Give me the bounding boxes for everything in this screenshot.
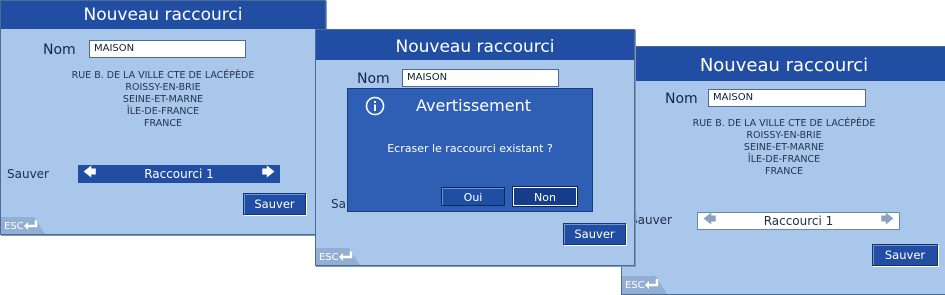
name-input[interactable]: MAISON	[708, 89, 866, 107]
screen-new-shortcut-3: Nouveau raccourci Nom MAISON RUE B. DE L…	[621, 46, 945, 295]
warning-dialog: Avertissement Ecraser le raccourci exist…	[347, 88, 593, 212]
sauver-button[interactable]: Sauver	[872, 244, 938, 266]
address-department: SEINE-ET-MARNE	[743, 142, 825, 153]
name-input[interactable]: MAISON	[402, 69, 559, 87]
shortcut-slot-selector[interactable]: 🡄 Raccourci 1 🡆	[78, 165, 280, 183]
info-icon	[365, 96, 385, 116]
esc-button[interactable]: ESC	[316, 248, 360, 265]
address-country: FRANCE	[144, 118, 182, 129]
title-bar: Nouveau raccourci	[622, 47, 945, 81]
name-label: Nom	[357, 71, 390, 87]
arrow-right-icon[interactable]: 🡆	[257, 163, 280, 185]
save-label: Sauver	[7, 167, 49, 181]
return-arrow-icon	[645, 279, 659, 289]
return-arrow-icon	[339, 251, 353, 261]
shortcut-slot-selector[interactable]: 🡄 Raccourci 1 🡆	[697, 212, 900, 230]
address-department: SEINE-ET-MARNE	[122, 94, 204, 105]
address-street: RUE B. DE LA VILLE CTE DE LACÉPÈDE	[692, 118, 876, 129]
screen-new-shortcut-2: Nouveau raccourci Nom MAISON Sau Sauver …	[315, 29, 635, 266]
save-label: Sauver	[630, 213, 672, 227]
name-input[interactable]: MAISON	[89, 40, 246, 58]
name-label: Nom	[665, 91, 698, 107]
address-block: RUE B. DE LA VILLE CTE DE LACÉPÈDE ROISS…	[622, 118, 945, 178]
name-label: Nom	[43, 42, 76, 58]
esc-label: ESC	[625, 280, 645, 291]
dialog-title: Avertissement	[416, 96, 531, 115]
arrow-left-icon[interactable]: 🡄	[698, 210, 721, 232]
sauver-button[interactable]: Sauver	[243, 193, 306, 215]
return-arrow-icon	[24, 220, 38, 230]
address-city: ROISSY-EN-BRIE	[125, 82, 201, 93]
esc-label: ESC	[4, 221, 24, 232]
address-country: FRANCE	[765, 166, 803, 177]
sauver-button[interactable]: Sauver	[563, 223, 626, 245]
esc-label: ESC	[319, 252, 339, 263]
address-region: ÎLE-DE-FRANCE	[126, 106, 200, 117]
no-button[interactable]: Non	[512, 186, 578, 207]
dialog-header: Avertissement	[348, 89, 592, 123]
address-city: ROISSY-EN-BRIE	[746, 130, 822, 141]
title-bar: Nouveau raccourci	[316, 30, 634, 60]
arrow-left-icon[interactable]: 🡄	[78, 163, 101, 185]
esc-button[interactable]: ESC	[622, 276, 667, 294]
address-street: RUE B. DE LA VILLE CTE DE LACÉPÈDE	[71, 70, 255, 81]
arrow-right-icon[interactable]: 🡆	[876, 210, 899, 232]
shortcut-slot-value: Raccourci 1	[144, 167, 214, 181]
title-bar: Nouveau raccourci	[1, 1, 325, 29]
shortcut-slot-value: Raccourci 1	[763, 214, 834, 228]
address-block: RUE B. DE LA VILLE CTE DE LACÉPÈDE ROISS…	[1, 70, 325, 130]
dialog-message: Ecraser le raccourci existant ?	[387, 142, 553, 155]
address-region: ÎLE-DE-FRANCE	[747, 154, 821, 165]
yes-button[interactable]: Oui	[441, 187, 505, 206]
screen-new-shortcut-1: Nouveau raccourci Nom MAISON RUE B. DE L…	[0, 0, 326, 235]
esc-button[interactable]: ESC	[1, 217, 45, 234]
